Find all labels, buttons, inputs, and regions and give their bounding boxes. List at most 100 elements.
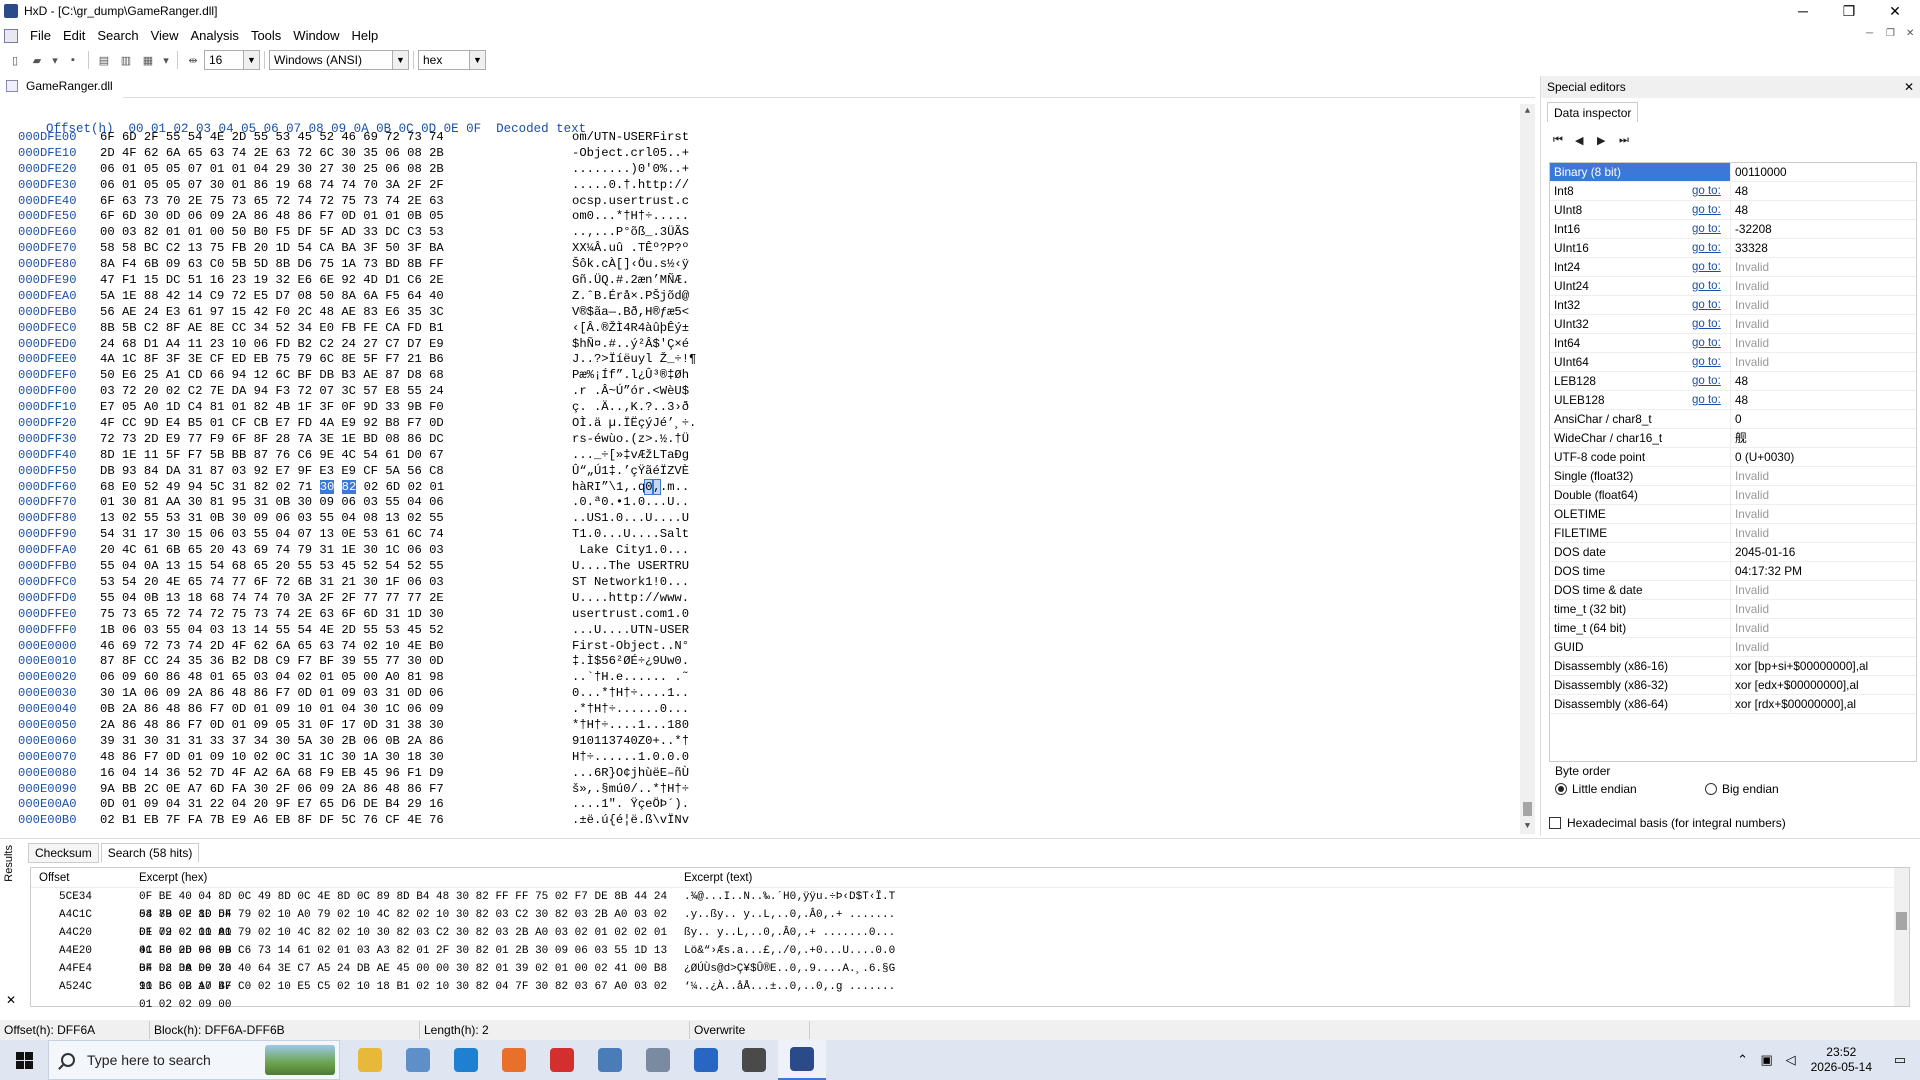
hex-row[interactable]: 000DFF80 13 02 55 53 31 0B 30 09 06 03 55… (18, 511, 696, 527)
inspector-row[interactable]: time_t (64 bit) Invalid (1550, 619, 1916, 638)
taskbar-app[interactable] (682, 1040, 730, 1080)
row-decoded-text[interactable]: U....http://www. (572, 591, 689, 607)
go-to-link[interactable]: go to: (1692, 391, 1730, 409)
inspector-value[interactable]: Invalid (1730, 334, 1916, 352)
row-decoded-text[interactable]: ç. .Ä..‚K.?..3›ð (572, 400, 689, 416)
hex-byte[interactable]: 82 (254, 480, 269, 494)
row-hex-bytes[interactable]: 53 54 20 4E 65 74 77 6F 72 6B 31 21 30 1… (100, 575, 572, 591)
row-hex-bytes[interactable]: 4F CC 9D E4 B5 01 CF CB E7 FD 4A E9 92 B… (100, 416, 572, 432)
hex-row[interactable]: 000DFF30 72 73 2D E9 77 F9 6F 8F 28 7A 3E… (18, 432, 696, 448)
row-decoded-text[interactable]: om0...*†H†÷..... (572, 209, 689, 225)
taskbar-app[interactable] (538, 1040, 586, 1080)
next-icon[interactable]: ▶ (1597, 134, 1619, 147)
inspector-row[interactable]: Int24 go to: Invalid (1550, 258, 1916, 277)
column-header-excerpt-hex[interactable]: Excerpt (hex) (131, 868, 676, 887)
row-hex-bytes[interactable]: DB 93 84 DA 31 87 03 92 E7 9F E3 E9 CF 5… (100, 464, 572, 480)
row-hex-bytes[interactable]: 54 31 17 30 15 06 03 55 04 07 13 0E 53 6… (100, 527, 572, 543)
row-hex-bytes[interactable]: 8A F4 6B 09 63 C0 5B 5D 8B D6 75 1A 73 B… (100, 257, 572, 273)
decoded-char[interactable]: R (587, 480, 594, 494)
go-to-link[interactable]: go to: (1692, 315, 1730, 333)
hex-row[interactable]: 000E0010 87 8F CC 24 35 36 B2 D8 C9 F7 BF… (18, 654, 696, 670)
go-to-link[interactable]: go to: (1692, 220, 1730, 238)
inspector-value[interactable]: Invalid (1730, 524, 1916, 542)
inspector-value[interactable]: 33328 (1730, 239, 1916, 257)
row-hex-bytes[interactable]: 55 04 0A 13 15 54 68 65 20 55 53 45 52 5… (100, 559, 572, 575)
row-decoded-text[interactable]: ocsp.usertrust.c (572, 194, 689, 210)
hex-byte[interactable]: 01 (430, 480, 445, 494)
tab-checksum[interactable]: Checksum (28, 843, 99, 863)
row-hex-bytes[interactable]: 46 69 72 73 74 2D 4F 62 6A 65 63 74 02 1… (100, 639, 572, 655)
inspector-row[interactable]: UInt64 go to: Invalid (1550, 353, 1916, 372)
offset-base-select[interactable]: hex ▼ (418, 50, 486, 70)
row-hex-bytes[interactable]: 30 1A 06 09 2A 86 48 86 F7 0D 01 09 03 3… (100, 686, 572, 702)
hex-byte[interactable]: 02 (408, 480, 423, 494)
row-hex-bytes[interactable]: 1B 06 03 55 04 03 13 14 55 54 4E 2D 55 5… (100, 623, 572, 639)
hex-row[interactable]: 000DFEC0 8B 5B C2 8F AE 8E CC 34 52 34 E0… (18, 321, 696, 337)
row-hex-bytes[interactable]: 8B 5B C2 8F AE 8E CC 34 52 34 E0 FB FE C… (100, 321, 572, 337)
volume-icon[interactable]: ◁ (1779, 1052, 1803, 1068)
inspector-value[interactable]: Invalid (1730, 619, 1916, 637)
hex-row[interactable]: 000DFFB0 55 04 0A 13 15 54 68 65 20 55 53… (18, 559, 696, 575)
hex-row[interactable]: 000DFEA0 5A 1E 88 42 14 C9 72 E5 D7 08 50… (18, 289, 696, 305)
inspector-value[interactable]: Invalid (1730, 581, 1916, 599)
menu-search[interactable]: Search (91, 26, 144, 46)
inspector-row[interactable]: GUID Invalid (1550, 638, 1916, 657)
row-hex-bytes[interactable]: 50 E6 25 A1 CD 66 94 12 6C BF DB B3 AE 8… (100, 368, 572, 384)
row-decoded-text[interactable]: ..‚...P°õß_.3ÜÃS (572, 225, 689, 241)
hex-row[interactable]: 000DFE80 8A F4 6B 09 63 C0 5B 5D 8B D6 75… (18, 257, 696, 273)
row-hex-bytes[interactable]: 58 58 BC C2 13 75 FB 20 1D 54 CA BA 3F 5… (100, 241, 572, 257)
hex-row[interactable]: 000DFE60 00 03 82 01 01 00 50 B0 F5 DF 5F… (18, 225, 696, 241)
mdi-close-icon[interactable]: ✕ (1906, 28, 1914, 39)
columns-icon[interactable]: ⇹ (184, 51, 202, 69)
inspector-row[interactable]: UInt24 go to: Invalid (1550, 277, 1916, 296)
row-decoded-text[interactable]: .0.ª0.•1.0...U.. (572, 495, 689, 511)
hex-row[interactable]: 000DFE10 2D 4F 62 6A 65 63 74 2E 63 72 6C… (18, 146, 696, 162)
hex-byte[interactable]: 30 (319, 479, 335, 494)
hex-row[interactable]: 000E0050 2A 86 48 86 F7 0D 01 09 05 31 0F… (18, 718, 696, 734)
inspector-value[interactable]: Invalid (1730, 467, 1916, 485)
go-to-link[interactable]: go to: (1692, 239, 1730, 257)
hex-byte[interactable]: 31 (232, 480, 247, 494)
inspector-value[interactable]: 舰 (1730, 429, 1916, 447)
hex-byte[interactable]: 02 (364, 480, 379, 494)
inspector-value[interactable]: Invalid (1730, 296, 1916, 314)
row-decoded-text[interactable]: .*†H†÷......0... (572, 702, 689, 718)
hex-row[interactable]: 000DFFF0 1B 06 03 55 04 03 13 14 55 54 4E… (18, 623, 696, 639)
taskbar-app[interactable] (778, 1040, 826, 1080)
inspector-value[interactable]: 48 (1730, 182, 1916, 200)
hex-row[interactable]: 000DFF40 8D 1E 11 5F F7 5B BB 87 76 C6 9E… (18, 448, 696, 464)
hex-row[interactable]: 000DFF20 4F CC 9D E4 B5 01 CF CB E7 FD 4A… (18, 416, 696, 432)
decoded-char[interactable]: m (667, 480, 674, 494)
table-row[interactable]: A4C20 DF 79 02 10 A0 79 02 10 4C 82 02 10… (31, 924, 1909, 957)
inspector-value[interactable]: xor [bp+si+$00000000],al (1730, 657, 1916, 675)
taskbar-app[interactable] (490, 1040, 538, 1080)
table-row[interactable]: A524C 91 BC 02 10 BF C0 02 10 E5 C5 02 10… (31, 978, 1909, 1011)
inspector-value[interactable]: Invalid (1730, 353, 1916, 371)
menu-file[interactable]: File (24, 26, 57, 46)
hex-row[interactable]: 000E0020 06 09 60 86 48 01 65 03 04 02 01… (18, 670, 696, 686)
row-hex-bytes[interactable]: 6F 6D 2F 55 54 4E 2D 55 53 45 52 46 69 7… (100, 130, 572, 146)
inspector-value[interactable]: Invalid (1730, 315, 1916, 333)
row-hex-bytes[interactable]: 6F 63 73 70 2E 75 73 65 72 74 72 75 73 7… (100, 194, 572, 210)
inspector-row[interactable]: UTF-8 code point 0 (U+0030) (1550, 448, 1916, 467)
inspector-row[interactable]: time_t (32 bit) Invalid (1550, 600, 1916, 619)
row-decoded-text[interactable]: 0...*†H†÷....1.. (572, 686, 689, 702)
row-decoded-text[interactable]: Z.ˆB.Érå×.PŠjõd@ (572, 289, 689, 305)
hex-byte[interactable]: 82 (341, 479, 357, 494)
inspector-value[interactable]: Invalid (1730, 600, 1916, 618)
hex-editor[interactable]: Offset(h) 00 01 02 03 04 05 06 07 08 09 … (0, 104, 1535, 834)
taskbar-app[interactable] (634, 1040, 682, 1080)
inspector-row[interactable]: Int8 go to: 48 (1550, 182, 1916, 201)
hex-row[interactable]: 000DFF50 DB 93 84 DA 31 87 03 92 E7 9F E3… (18, 464, 696, 480)
hex-row[interactable]: 000DFF10 E7 05 A0 1D C4 81 01 82 4B 1F 3F… (18, 400, 696, 416)
inspector-row[interactable]: DOS time 04:17:32 PM (1550, 562, 1916, 581)
little-endian-radio[interactable]: Little endian (1555, 782, 1705, 796)
row-hex-bytes[interactable]: 55 04 0B 13 18 68 74 74 70 3A 2F 2F 77 7… (100, 591, 572, 607)
row-hex-bytes[interactable]: 24 68 D1 A4 11 23 10 06 FD B2 C2 24 27 C… (100, 337, 572, 353)
go-to-link[interactable]: go to: (1692, 372, 1730, 390)
inspector-value[interactable]: 0 (U+0030) (1730, 448, 1916, 466)
inspector-row[interactable]: DOS time & date Invalid (1550, 581, 1916, 600)
table-row[interactable]: A4C1C 08 79 02 10 DF 79 02 10 A0 79 02 10… (31, 906, 1909, 939)
taskbar-app[interactable] (730, 1040, 778, 1080)
hex-byte[interactable]: 02 (276, 480, 291, 494)
